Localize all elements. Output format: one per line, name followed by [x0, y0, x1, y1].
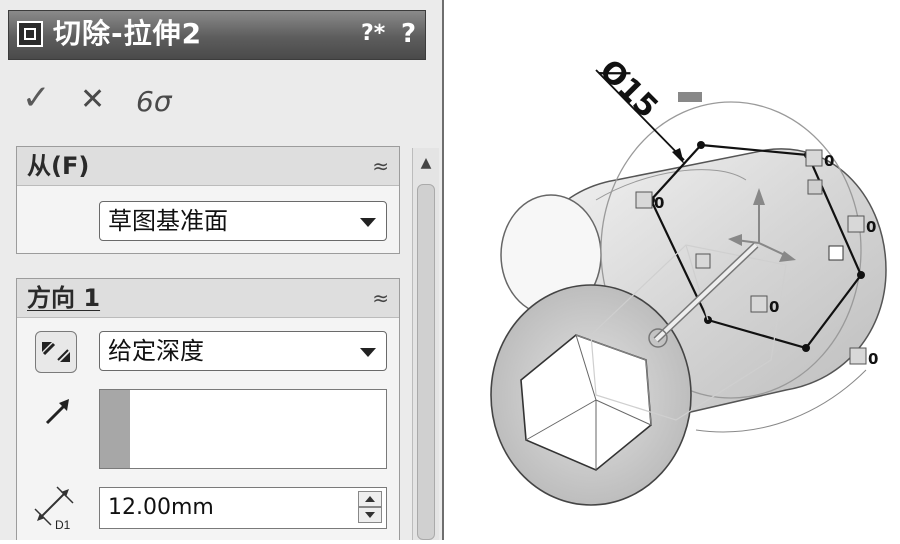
reverse-direction-icon	[42, 342, 70, 362]
help-icon[interactable]: ?	[401, 17, 416, 51]
svg-text:0: 0	[824, 152, 834, 170]
relation-badge[interactable]: 0	[849, 347, 878, 368]
cancel-icon[interactable]: ✕	[80, 82, 105, 118]
front-face[interactable]	[490, 284, 692, 506]
svg-text:0: 0	[769, 298, 779, 316]
depth-label: D1	[55, 518, 71, 532]
depth-value: 12.00mm	[108, 495, 214, 520]
from-group: 从(F) ≈ 草图基准面	[16, 146, 400, 254]
vertical-scrollbar[interactable]: ▲	[412, 148, 439, 540]
diameter-dimension[interactable]: Ø15	[592, 53, 702, 164]
relation-badge[interactable]	[695, 253, 711, 269]
relation-badge[interactable]	[828, 245, 844, 261]
relation-badge[interactable]	[807, 179, 823, 195]
direction-arrow-icon	[45, 399, 69, 425]
svg-text:0: 0	[866, 218, 876, 236]
feature-icon	[17, 21, 43, 47]
end-condition-value: 给定深度	[108, 337, 204, 365]
preview-icon[interactable]: 6σ	[136, 84, 172, 120]
scroll-thumb[interactable]	[417, 184, 435, 540]
detailed-help-icon[interactable]: ?*	[361, 17, 385, 51]
feature-title-bar: 切除-拉伸2 ?* ?	[8, 10, 426, 60]
direction1-group-title: 方向 1	[27, 284, 101, 312]
chevron-down-icon	[360, 348, 376, 357]
direction1-group: 方向 1 ≈ 给定深度 D1 12.00mm	[16, 278, 400, 540]
property-manager: 切除-拉伸2 ?* ? ✓ ✕ 6σ 从(F) ≈ 草图基准面 方向 1 ≈ 给…	[0, 0, 444, 540]
scroll-up-icon[interactable]: ▲	[413, 148, 439, 178]
dimension-handle[interactable]	[678, 92, 702, 102]
spin-down-button[interactable]	[358, 507, 382, 523]
svg-text:0: 0	[868, 350, 878, 368]
depth-spinner[interactable]	[358, 491, 382, 525]
selection-color-stripe	[100, 390, 130, 468]
chevron-down-icon	[360, 218, 376, 227]
start-condition-value: 草图基准面	[108, 207, 228, 235]
ok-icon[interactable]: ✓	[22, 80, 51, 116]
collapse-icon[interactable]: ≈	[372, 283, 389, 313]
feature-title: 切除-拉伸2	[53, 17, 203, 50]
direction-reference-selection-box[interactable]	[99, 389, 387, 469]
direction1-group-header[interactable]: 方向 1 ≈	[17, 279, 399, 318]
diameter-value[interactable]: Ø15	[592, 53, 664, 125]
from-group-header[interactable]: 从(F) ≈	[17, 147, 399, 186]
svg-text:0: 0	[654, 194, 664, 212]
depth-dimension-icon: D1	[34, 486, 74, 532]
collapse-icon[interactable]: ≈	[372, 151, 389, 181]
spin-up-button[interactable]	[358, 491, 382, 507]
graphics-area[interactable]: Ø15 0 0 0 0 0	[446, 0, 900, 540]
depth-input[interactable]: 12.00mm	[99, 487, 387, 529]
start-condition-select[interactable]: 草图基准面	[99, 201, 387, 241]
from-group-title: 从(F)	[27, 152, 90, 180]
reverse-direction-button[interactable]	[35, 331, 77, 373]
model-viewport[interactable]: Ø15 0 0 0 0 0	[446, 0, 900, 540]
end-condition-select[interactable]: 给定深度	[99, 331, 387, 371]
